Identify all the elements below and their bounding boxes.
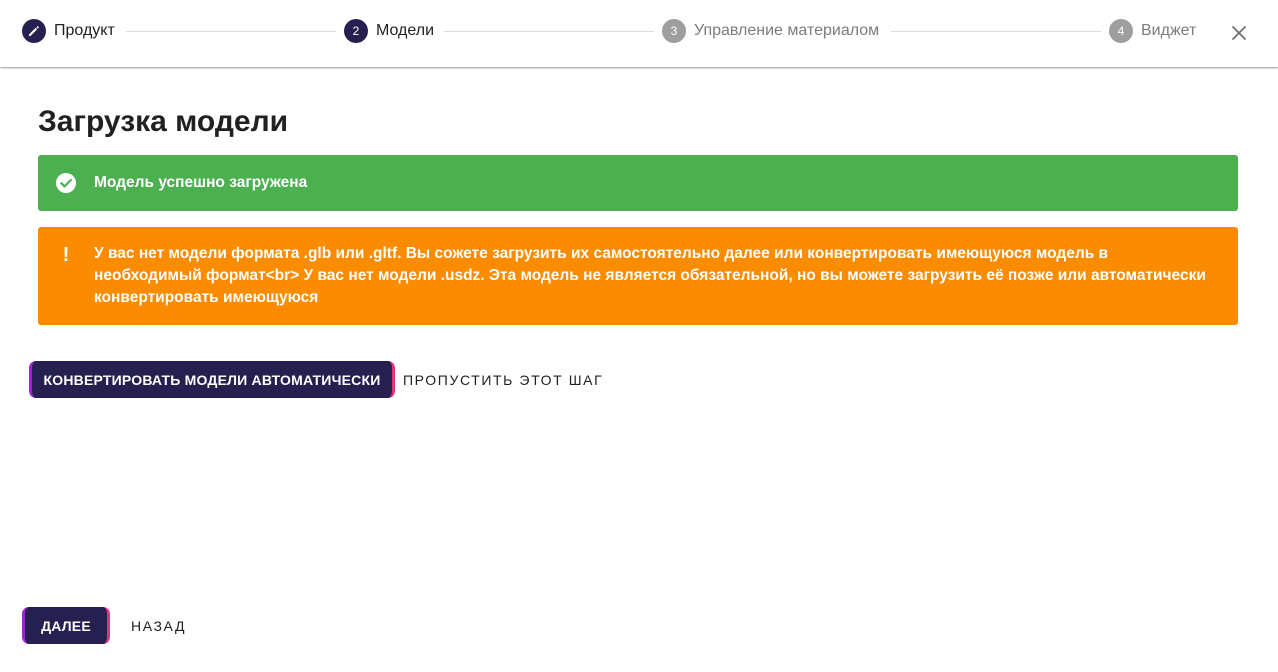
- close-button[interactable]: [1228, 22, 1250, 44]
- step-label: Управление материалом: [694, 22, 880, 39]
- exclamation-icon: !: [62, 244, 70, 266]
- step-label: Продукт: [54, 22, 115, 39]
- success-alert-text: Модель успешно загружена: [94, 174, 308, 191]
- warning-alert: ! У вас нет модели формата .glb или .glt…: [38, 227, 1238, 325]
- stepper-header: Продукт 2 Модели 3 Управление материалом…: [0, 0, 1278, 67]
- convert-models-button[interactable]: КОНВЕРТИРОВАТЬ МОДЕЛИ АВТОМАТИЧЕСКИ: [29, 361, 395, 398]
- page-title: Загрузка модели: [38, 105, 289, 138]
- skip-step-button[interactable]: ПРОПУСТИТЬ ЭТОТ ШАГ: [403, 361, 603, 398]
- step-connector: [444, 31, 654, 32]
- warning-alert-text: У вас нет модели формата .glb или .gltf.…: [94, 245, 1206, 306]
- step-number: 4: [1109, 19, 1133, 43]
- step-label: Модели: [376, 22, 435, 39]
- step-number: 3: [662, 19, 686, 43]
- close-icon: [1232, 26, 1246, 40]
- next-button[interactable]: ДАЛЕЕ: [22, 607, 110, 644]
- step-label: Виджет: [1141, 22, 1197, 39]
- check-circle-icon: [55, 172, 77, 194]
- step-number: 2: [344, 19, 368, 43]
- step-material-management[interactable]: 3 Управление материалом: [662, 19, 879, 43]
- step-connector: [891, 31, 1101, 32]
- step-models[interactable]: 2 Модели: [344, 19, 434, 43]
- step-connector: [126, 31, 336, 32]
- pencil-icon: [22, 19, 46, 43]
- step-product[interactable]: Продукт: [22, 19, 115, 43]
- back-button[interactable]: НАЗАД: [131, 607, 186, 644]
- success-alert: Модель успешно загружена: [38, 155, 1238, 211]
- step-widget[interactable]: 4 Виджет: [1109, 19, 1196, 43]
